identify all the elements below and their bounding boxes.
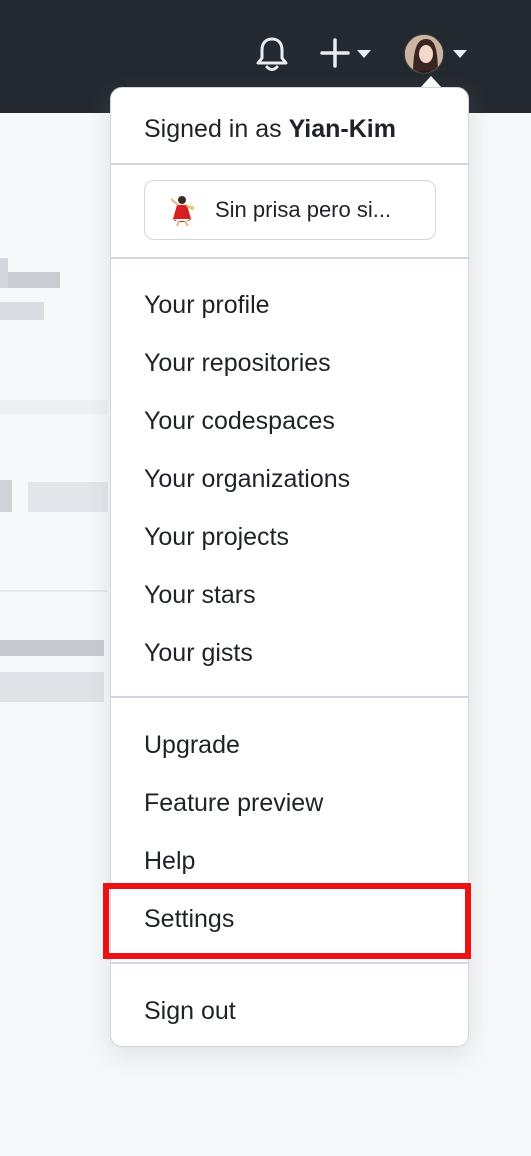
chevron-down-icon[interactable] xyxy=(453,50,467,58)
menu-item-your-codespaces[interactable]: Your codespaces xyxy=(144,406,335,436)
divider xyxy=(111,257,468,259)
blurred-content xyxy=(0,258,8,288)
menu-item-feature-preview[interactable]: Feature preview xyxy=(144,788,323,818)
divider xyxy=(111,696,468,698)
username: Yian-Kim xyxy=(288,115,396,143)
menu-item-your-projects[interactable]: Your projects xyxy=(144,522,289,552)
user-avatar[interactable] xyxy=(404,34,444,74)
plus-icon[interactable] xyxy=(320,38,350,68)
blurred-content xyxy=(0,400,108,414)
menu-item-your-gists[interactable]: Your gists xyxy=(144,638,253,668)
status-text: Sin prisa pero si... xyxy=(215,197,392,222)
blurred-content xyxy=(0,302,44,320)
blurred-content xyxy=(0,640,104,656)
menu-item-upgrade[interactable]: Upgrade xyxy=(144,730,240,760)
blurred-content xyxy=(8,272,60,288)
divider xyxy=(111,163,468,165)
signed-in-header: Signed in as Yian-Kim xyxy=(144,114,396,144)
divider xyxy=(111,962,468,964)
menu-item-your-organizations[interactable]: Your organizations xyxy=(144,464,350,494)
settings-highlight-box xyxy=(103,883,471,959)
menu-item-your-stars[interactable]: Your stars xyxy=(144,580,256,610)
bell-icon[interactable] xyxy=(255,36,289,72)
signed-in-prefix: Signed in as xyxy=(144,115,282,143)
blurred-content xyxy=(28,482,108,512)
menu-item-your-repositories[interactable]: Your repositories xyxy=(144,348,331,378)
set-status-button[interactable]: Sin prisa pero si... xyxy=(144,180,436,240)
menu-item-sign-out[interactable]: Sign out xyxy=(144,996,236,1026)
blurred-content xyxy=(0,480,12,512)
dancer-emoji xyxy=(170,196,194,227)
blurred-content xyxy=(0,672,104,702)
avatar-image xyxy=(405,35,443,73)
blurred-content xyxy=(0,590,108,592)
menu-item-your-profile[interactable]: Your profile xyxy=(144,290,270,320)
menu-item-help[interactable]: Help xyxy=(144,846,195,876)
chevron-down-icon[interactable] xyxy=(357,50,371,58)
